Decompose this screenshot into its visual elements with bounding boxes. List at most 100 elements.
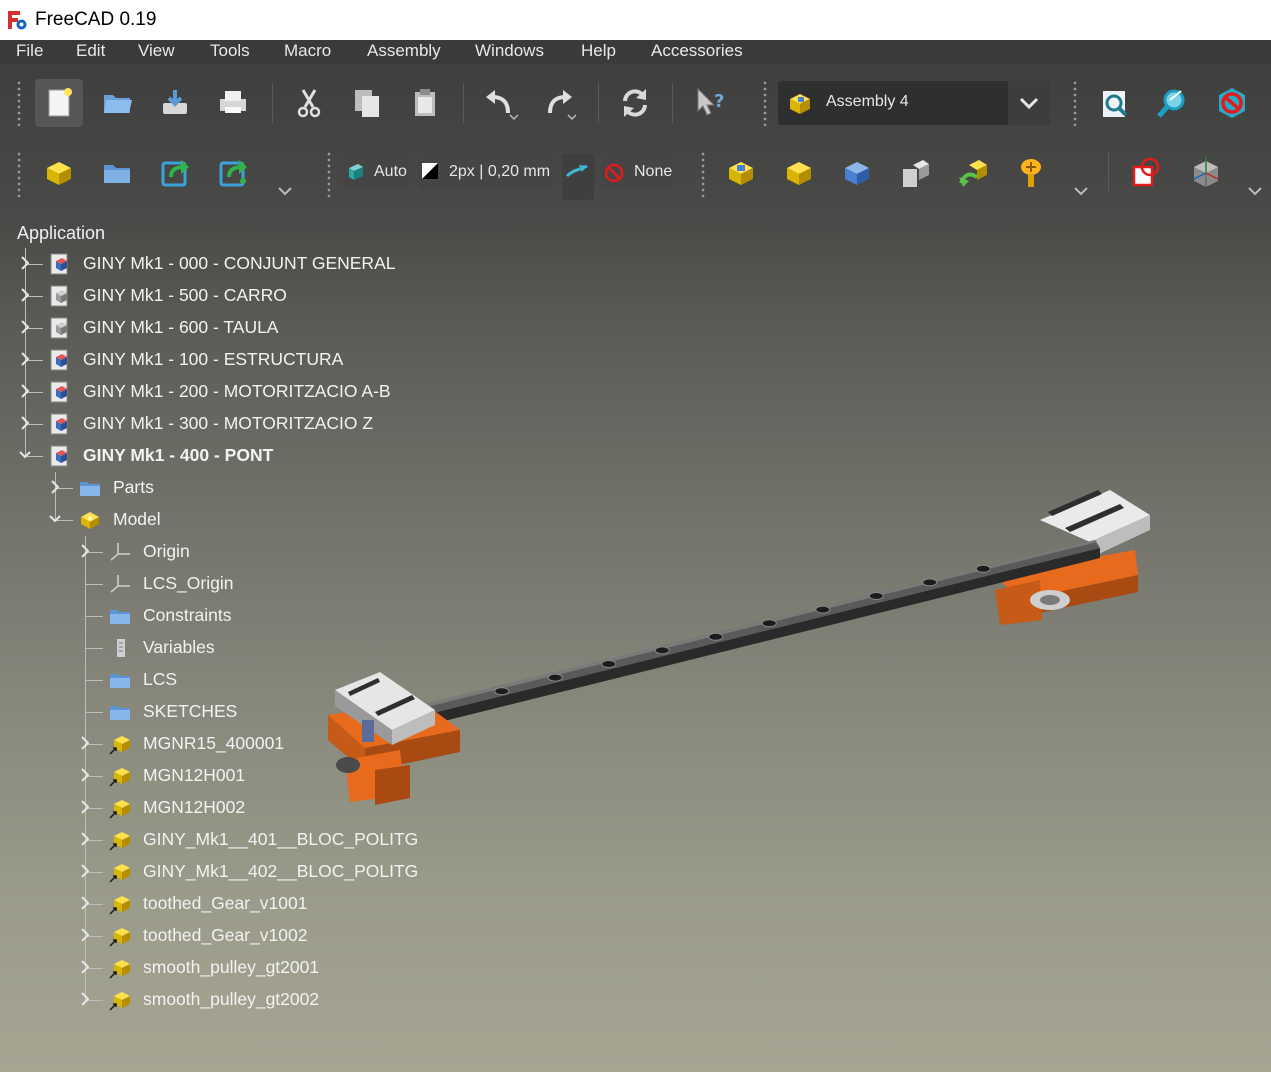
model-icon [78, 508, 102, 532]
workbench-selector[interactable]: Assembly 4 [778, 81, 1050, 125]
workbench-dropdown-arrow[interactable] [1008, 81, 1050, 125]
line-width-button[interactable]: 2px | 0,20 mm [418, 154, 554, 190]
asm-new-body-button[interactable] [775, 149, 823, 197]
tree-item[interactable]: MGN12H002 [0, 794, 520, 822]
new-group-button[interactable] [93, 149, 141, 197]
tree-item[interactable]: LCS [0, 666, 520, 694]
draw-style-button[interactable]: Auto [344, 154, 410, 190]
toolbar-grip[interactable] [326, 151, 332, 197]
tree-item[interactable]: toothed_Gear_v1002 [0, 922, 520, 950]
tree-item[interactable]: MGNR15_400001 [0, 730, 520, 758]
chevron-right-icon[interactable] [18, 415, 32, 431]
cut-button[interactable] [285, 79, 333, 127]
zoom-selection-button[interactable] [1149, 79, 1197, 127]
toolbar-grip[interactable] [1072, 80, 1078, 126]
tree-item-label: LCS [143, 669, 178, 689]
tree-item[interactable]: GINY Mk1 - 500 - CARRO [0, 282, 520, 310]
print-button[interactable] [209, 79, 257, 127]
menu-help[interactable]: Help [581, 40, 616, 64]
toolbar-grip[interactable] [16, 151, 22, 197]
chevron-right-icon[interactable] [18, 383, 32, 399]
save-button[interactable] [151, 79, 199, 127]
whats-this-button[interactable]: ? [686, 79, 734, 127]
toolbar-grip[interactable] [16, 80, 22, 126]
chevron-down-icon[interactable] [1246, 184, 1264, 198]
chevron-right-icon[interactable] [18, 287, 32, 303]
refresh-button[interactable] [611, 79, 659, 127]
undo-button[interactable] [476, 79, 524, 127]
tree-item[interactable]: LCS_Origin [0, 570, 520, 598]
asm-datum-button[interactable] [891, 149, 939, 197]
menu-windows[interactable]: Windows [475, 40, 544, 64]
tree-item[interactable]: Parts [0, 474, 520, 502]
zoom-fit-button[interactable] [1091, 79, 1139, 127]
tree-item[interactable]: SKETCHES [0, 698, 520, 726]
chevron-right-icon[interactable] [78, 799, 92, 815]
export-button[interactable] [209, 149, 257, 197]
menu-macro[interactable]: Macro [284, 40, 331, 64]
toolbar-grip[interactable] [700, 151, 706, 197]
link-part-icon [108, 796, 132, 820]
asm-fastener-button[interactable] [1007, 149, 1055, 197]
paste-button[interactable] [401, 79, 449, 127]
chevron-right-icon[interactable] [18, 319, 32, 335]
redo-button[interactable] [534, 79, 582, 127]
chevron-right-icon[interactable] [78, 895, 92, 911]
chevron-right-icon[interactable] [78, 735, 92, 751]
chevron-down-icon[interactable] [18, 447, 32, 463]
copy-button[interactable] [343, 79, 391, 127]
import-button[interactable] [151, 149, 199, 197]
tree-item[interactable]: GINY Mk1 - 600 - TAULA [0, 314, 520, 342]
menu-tools[interactable]: Tools [210, 40, 250, 64]
tree-item[interactable]: GINY Mk1 - 000 - CONJUNT GENERAL [0, 250, 520, 278]
asm-view-button[interactable] [1182, 149, 1230, 197]
new-document-button[interactable] [35, 79, 83, 127]
selection-filter-button[interactable]: None [601, 154, 673, 190]
chevron-right-icon[interactable] [78, 959, 92, 975]
chevron-right-icon[interactable] [18, 255, 32, 271]
asm-move-button[interactable] [949, 149, 997, 197]
chevron-down-icon [1019, 97, 1039, 110]
tree-item[interactable]: GINY Mk1 - 300 - MOTORITZACIO Z [0, 410, 520, 438]
tree-item[interactable]: GINY Mk1 - 200 - MOTORITZACIO A-B [0, 378, 520, 406]
asm-link-button[interactable] [833, 149, 881, 197]
tree-item[interactable]: Origin [0, 538, 520, 566]
clipping-off-button[interactable] [1208, 79, 1256, 127]
tree-item[interactable]: smooth_pulley_gt2002 [0, 986, 520, 1014]
open-button[interactable] [93, 79, 141, 127]
chevron-right-icon[interactable] [78, 991, 92, 1007]
tree-item-label: Origin [143, 541, 190, 561]
chevron-down-icon[interactable] [1072, 184, 1090, 198]
tree-item[interactable]: GINY_Mk1__402__BLOC_POLITG [0, 858, 520, 886]
chevron-right-icon[interactable] [78, 767, 92, 783]
tree-item[interactable]: toothed_Gear_v1001 [0, 890, 520, 918]
tree-item[interactable]: GINY Mk1 - 400 - PONT [0, 442, 520, 470]
menu-view[interactable]: View [138, 40, 175, 64]
tree-item[interactable]: Variables [0, 634, 520, 662]
asm-insert-part-button[interactable] [717, 149, 765, 197]
menu-assembly[interactable]: Assembly [367, 40, 441, 64]
tree-item[interactable]: GINY Mk1 - 100 - ESTRUCTURA [0, 346, 520, 374]
tree-header: Application [17, 223, 106, 243]
chevron-right-icon[interactable] [78, 543, 92, 559]
tree-item[interactable]: Model [0, 506, 520, 534]
new-model-button[interactable] [35, 149, 83, 197]
chevron-right-icon[interactable] [48, 479, 62, 495]
chevron-down-icon[interactable] [48, 511, 62, 527]
asm-body-icon [787, 162, 811, 185]
chevron-right-icon[interactable] [78, 863, 92, 879]
chevron-right-icon[interactable] [78, 927, 92, 943]
tree-item[interactable]: GINY_Mk1__401__BLOC_POLITG [0, 826, 520, 854]
tree-item[interactable]: MGN12H001 [0, 762, 520, 790]
menu-file[interactable]: File [16, 40, 43, 64]
chevron-right-icon[interactable] [78, 831, 92, 847]
measure-button[interactable] [562, 154, 594, 200]
toolbar-grip[interactable] [762, 80, 768, 126]
menu-accessories[interactable]: Accessories [651, 40, 743, 64]
chevron-right-icon[interactable] [18, 351, 32, 367]
tree-item[interactable]: Constraints [0, 602, 520, 630]
chevron-down-icon[interactable] [276, 184, 294, 198]
asm-select-button[interactable] [1122, 149, 1170, 197]
menu-edit[interactable]: Edit [76, 40, 105, 64]
tree-item[interactable]: smooth_pulley_gt2001 [0, 954, 520, 982]
